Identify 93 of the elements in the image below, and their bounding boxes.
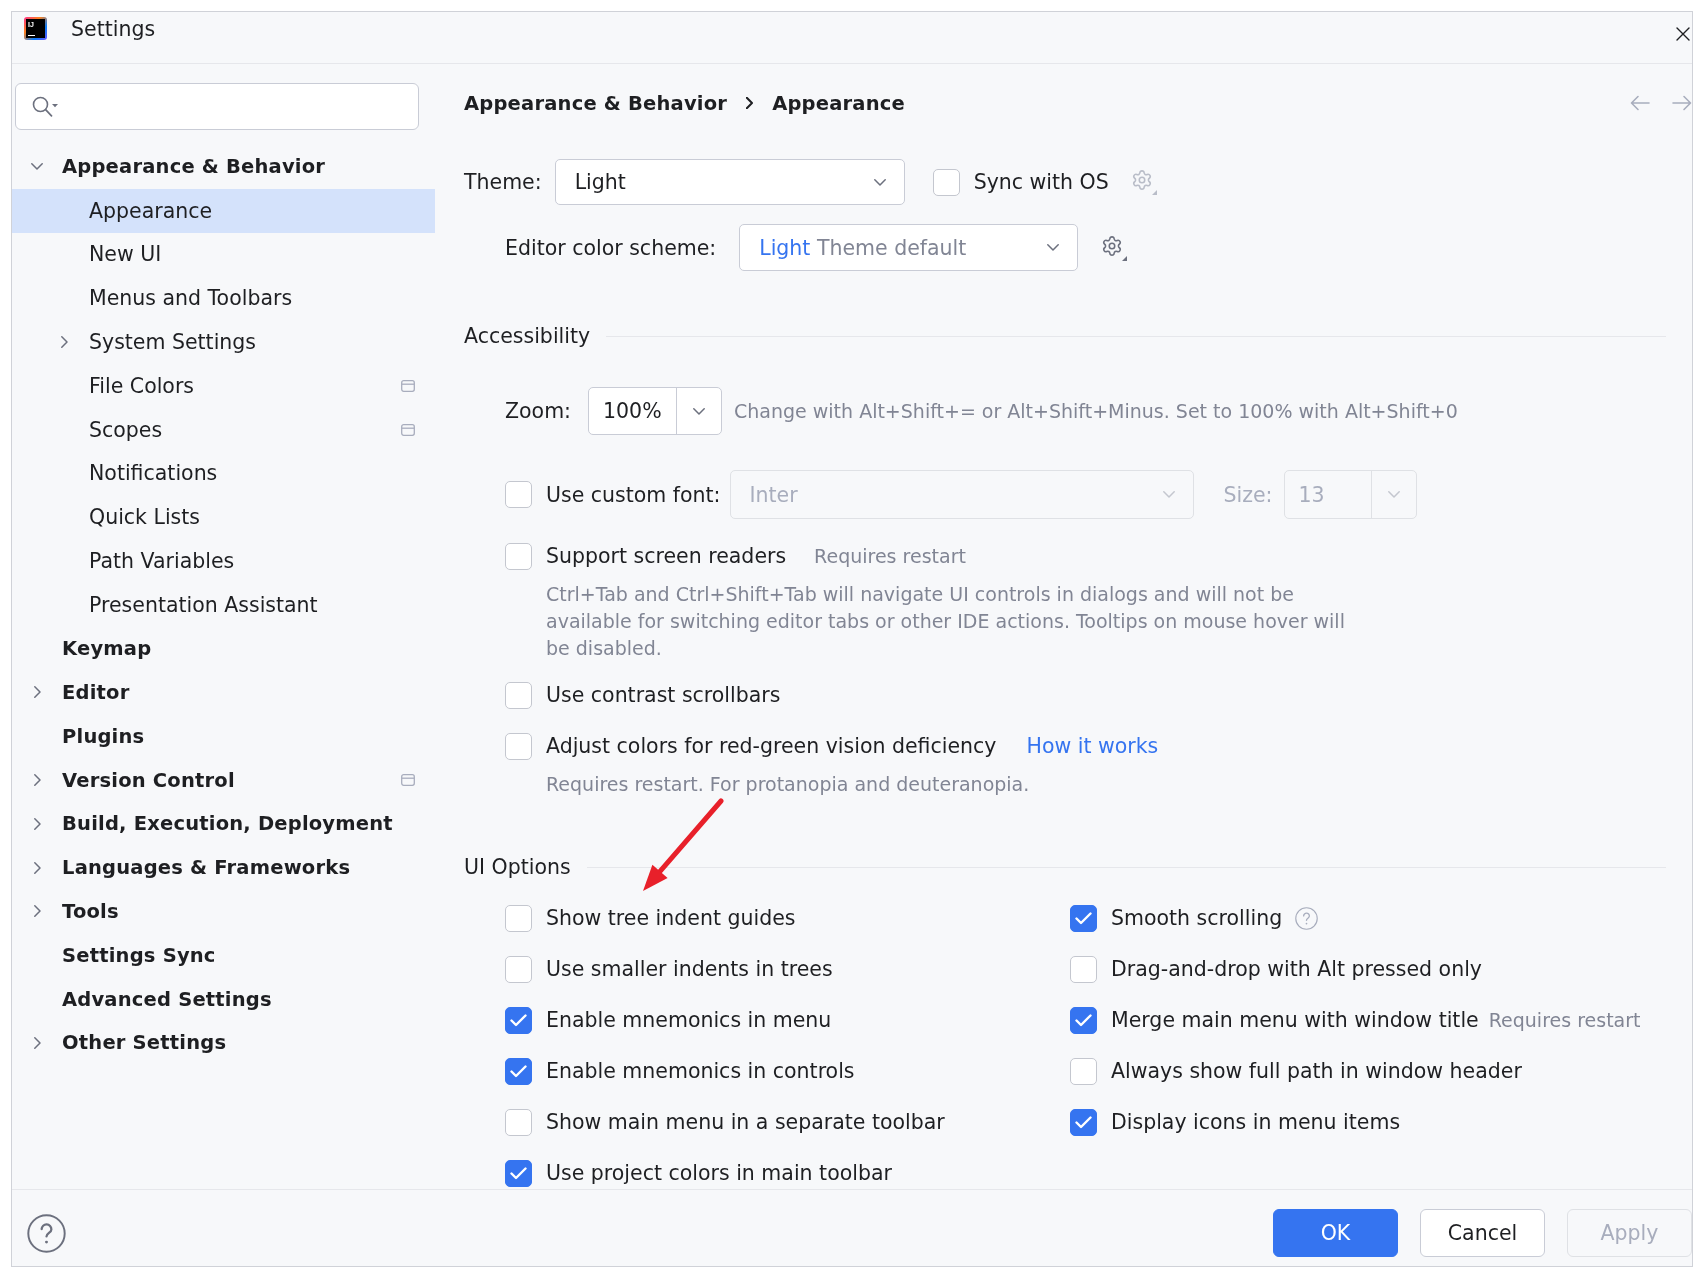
- tree-item[interactable]: Keymap: [12, 626, 435, 671]
- tree-item[interactable]: Editor: [12, 670, 435, 715]
- checkbox-label: Support screen readers: [546, 544, 787, 568]
- zoom-label: Zoom:: [505, 399, 571, 423]
- tree-item[interactable]: Appearance & Behavior: [12, 145, 435, 189]
- checkbox-label: Enable mnemonics in menu: [546, 1008, 832, 1032]
- tree-item[interactable]: New UI: [12, 232, 435, 277]
- arrow-left-icon[interactable]: [1630, 95, 1650, 111]
- arrow-right-icon[interactable]: [1672, 95, 1692, 111]
- checkbox-label: Merge main menu with window title: [1111, 1008, 1479, 1032]
- checkbox[interactable]: [1070, 955, 1097, 983]
- checkbox-label: Use smaller indents in trees: [546, 957, 833, 981]
- tree-item[interactable]: Build, Execution, Deployment: [12, 801, 435, 846]
- checkbox-label: Adjust colors for red-green vision deficiency: [546, 734, 997, 758]
- tree-item[interactable]: Version Control: [12, 758, 435, 802]
- checkbox[interactable]: [505, 904, 532, 932]
- section-title: Accessibility: [464, 324, 591, 348]
- chevron-down-icon: [1387, 491, 1400, 498]
- tree-item[interactable]: Plugins: [12, 714, 435, 759]
- search-icon: [32, 96, 58, 117]
- checkbox-label: Show main menu in a separate toolbar: [546, 1110, 945, 1134]
- checkbox[interactable]: [505, 542, 532, 570]
- theme-label: Theme:: [464, 170, 542, 194]
- checkbox-label: Sync with OS: [973, 170, 1109, 194]
- tree-item[interactable]: System Settings: [12, 320, 435, 364]
- size-label: Size:: [1223, 482, 1273, 507]
- tree-item[interactable]: Languages & Frameworks: [12, 845, 435, 890]
- help-link[interactable]: How it works: [1026, 734, 1159, 758]
- checkmark-icon: [1075, 1013, 1092, 1027]
- checkmark-icon: [510, 1166, 527, 1180]
- dialog-button[interactable]: Cancel: [1420, 1209, 1545, 1257]
- tree-item[interactable]: Advanced Settings: [12, 977, 435, 1021]
- breadcrumb-item: Appearance: [772, 91, 905, 115]
- checkbox[interactable]: [505, 1159, 532, 1187]
- checkmark-icon: [510, 1064, 527, 1078]
- checkmark-icon: [1075, 1115, 1092, 1129]
- checkmark-icon: [510, 1013, 527, 1027]
- theme-dropdown[interactable]: Light: [554, 159, 905, 205]
- chevron-down-icon: [873, 178, 886, 186]
- checkbox[interactable]: [505, 1057, 532, 1085]
- zoom-hint: Change with Alt+Shift+= or Alt+Shift+Minus. Set to 100% with Alt+Shift+0: [734, 400, 1458, 422]
- checkbox[interactable]: [932, 168, 960, 196]
- tree-item[interactable]: Other Settings: [12, 1020, 435, 1065]
- breadcrumb-item: Appearance & Behavior: [464, 91, 728, 115]
- tree-item[interactable]: Notifications: [12, 451, 435, 496]
- checkbox-label: Smooth scrolling: [1111, 906, 1283, 930]
- checkbox-label: Use contrast scrollbars: [546, 683, 781, 707]
- checkbox[interactable]: [505, 1006, 532, 1034]
- tree-item[interactable]: File Colors: [12, 364, 435, 408]
- chevron-down-icon: [1047, 244, 1060, 251]
- color-scheme-label: Editor color scheme:: [505, 235, 717, 260]
- tree-item[interactable]: Quick Lists: [12, 495, 435, 540]
- color-scheme-dropdown[interactable]: Light Theme default: [739, 224, 1079, 271]
- tree-item[interactable]: Appearance: [12, 188, 435, 233]
- tree-item[interactable]: Presentation Assistant: [12, 582, 435, 627]
- checkbox[interactable]: [505, 481, 532, 508]
- option-description: Ctrl+Tab and Ctrl+Shift+Tab will navigate UI controls in dialogs and will not be available for switching editor tabs or other IDE actions. Tooltips on mouse hover will be disabled.: [546, 582, 1346, 661]
- checkbox-label: Enable mnemonics in controls: [546, 1059, 855, 1083]
- tree-item[interactable]: Scopes: [12, 407, 435, 452]
- checkbox[interactable]: [505, 681, 532, 709]
- checkbox-label: Display icons in menu items: [1111, 1110, 1401, 1134]
- zoom-dropdown[interactable]: 100%: [588, 387, 722, 435]
- checkbox-label: Always show full path in window header: [1111, 1059, 1522, 1083]
- checkbox-label: Use project colors in main toolbar: [546, 1161, 892, 1185]
- option-description: Requires restart. For protanopia and deuteranopia.: [546, 772, 1030, 797]
- help-icon[interactable]: [27, 1213, 66, 1253]
- checkbox-label: Use custom font:: [546, 482, 721, 507]
- checkbox[interactable]: [505, 955, 532, 983]
- restart-note: Requires restart: [1488, 1009, 1641, 1031]
- chevron-down-icon: [693, 407, 705, 415]
- tree-item[interactable]: Menus and Toolbars: [12, 276, 435, 321]
- checkbox-label: Show tree indent guides: [546, 906, 796, 930]
- checkbox[interactable]: [1070, 904, 1097, 932]
- chevron-right-icon: [746, 97, 754, 109]
- gear-icon[interactable]: [1101, 234, 1128, 261]
- help-icon[interactable]: [1295, 906, 1319, 930]
- tree-item[interactable]: Path Variables: [12, 539, 435, 583]
- chevron-down-icon: [1162, 491, 1175, 498]
- checkbox[interactable]: [505, 1108, 532, 1136]
- checkmark-icon: [1075, 911, 1092, 925]
- dialog-button[interactable]: OK: [1273, 1209, 1398, 1257]
- search-field[interactable]: [15, 83, 419, 130]
- tree-item[interactable]: Tools: [12, 889, 435, 934]
- checkbox[interactable]: [1070, 1108, 1097, 1136]
- checkbox[interactable]: [1070, 1006, 1097, 1034]
- close-icon[interactable]: [1676, 27, 1690, 41]
- checkbox-label: Drag-and-drop with Alt pressed only: [1111, 957, 1482, 981]
- restart-note: Requires restart: [814, 545, 966, 567]
- window-title: Settings: [71, 17, 156, 41]
- section-title: UI Options: [464, 855, 571, 879]
- checkbox[interactable]: [505, 732, 532, 760]
- checkbox[interactable]: [1070, 1057, 1097, 1085]
- tree-item[interactable]: Settings Sync: [12, 933, 435, 978]
